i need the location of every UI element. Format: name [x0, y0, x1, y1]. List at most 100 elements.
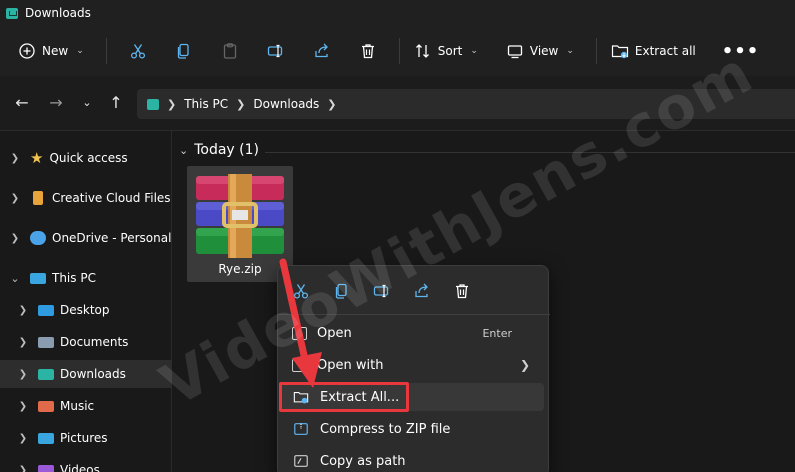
command-bar: New ⌄ Sort ⌄ View ⌄ Extract all ••• — [0, 26, 795, 76]
chevron-right-icon: ❯ — [10, 192, 20, 204]
music-folder-icon — [38, 400, 54, 412]
sidebar-item-music[interactable]: ❯ Music — [0, 392, 172, 420]
chevron-right-icon: ❯ — [18, 464, 28, 472]
delete-button[interactable] — [359, 35, 377, 67]
menu-item-compress-zip[interactable]: Compress to ZIP file — [282, 415, 544, 443]
chevron-down-icon: ⌄ — [566, 46, 574, 56]
sidebar-item-videos[interactable]: ❯ Videos — [0, 456, 172, 472]
breadcrumb-downloads[interactable]: Downloads — [253, 97, 319, 111]
sidebar-item-creative-cloud[interactable]: ❯ Creative Cloud Files — [0, 184, 172, 212]
downloads-folder-icon — [38, 368, 54, 380]
sidebar-item-label: Music — [60, 399, 95, 413]
documents-folder-icon — [38, 336, 54, 348]
group-label: Today (1) — [194, 142, 259, 158]
sidebar-item-quick-access[interactable]: ❯ ★ Quick access — [0, 144, 172, 172]
extract-all-button[interactable]: Extract all — [611, 35, 696, 67]
breadcrumb-separator-icon: ❯ — [167, 97, 177, 111]
file-item-rye-zip[interactable]: Rye.zip — [187, 166, 293, 282]
rename-icon[interactable] — [373, 282, 391, 300]
new-label: New — [42, 44, 69, 58]
context-menu-divider — [278, 314, 550, 315]
sidebar-item-label: Downloads — [60, 367, 126, 381]
trash-icon — [361, 44, 374, 59]
copy-icon — [177, 43, 189, 59]
chevron-down-icon: ⌄ — [10, 271, 20, 285]
plus-circle-icon — [19, 43, 35, 59]
copy-path-icon — [294, 455, 308, 467]
breadcrumb-this-pc[interactable]: This PC — [184, 97, 228, 111]
navigation-pane: ❯ ★ Quick access ❯ Creative Cloud Files … — [0, 131, 172, 472]
monitor-icon — [30, 272, 46, 284]
copy-button[interactable] — [175, 35, 193, 67]
recent-locations-button[interactable]: ⌄ — [78, 94, 96, 112]
sidebar-item-pictures[interactable]: ❯ Pictures — [0, 424, 172, 452]
new-button[interactable]: New ⌄ — [18, 35, 84, 67]
zip-icon — [294, 423, 308, 435]
group-header-today[interactable]: ⌄ Today (1) — [179, 142, 259, 158]
address-bar[interactable]: ❯ This PC ❯ Downloads ❯ — [137, 89, 795, 119]
up-button[interactable]: ↑ — [107, 94, 125, 112]
share-icon[interactable] — [413, 282, 431, 300]
view-label: View — [529, 44, 559, 58]
chevron-right-icon: ❯ — [18, 400, 28, 412]
sidebar-item-onedrive[interactable]: ❯ OneDrive - Personal — [0, 224, 172, 252]
rename-button[interactable] — [267, 35, 285, 67]
sort-button[interactable]: Sort ⌄ — [414, 35, 478, 67]
chevron-right-icon: ❯ — [519, 358, 530, 372]
ellipsis-icon: ••• — [721, 40, 760, 62]
toolbar-divider — [105, 38, 107, 64]
forward-button[interactable]: → — [47, 94, 65, 112]
sidebar-item-label: Creative Cloud Files — [52, 191, 171, 205]
title-bar: Downloads — [0, 0, 795, 26]
window-title: Downloads — [25, 6, 91, 20]
arrow-right-icon: → — [49, 93, 63, 112]
copy-icon[interactable] — [333, 282, 351, 300]
sidebar-item-label: Quick access — [49, 151, 128, 165]
downloads-folder-icon — [6, 7, 18, 19]
desktop-folder-icon — [38, 304, 54, 316]
share-button[interactable] — [313, 35, 331, 67]
arrow-left-icon: ← — [15, 93, 29, 112]
arrow-up-icon: ↑ — [109, 93, 123, 112]
videos-folder-icon — [38, 464, 54, 472]
sidebar-item-desktop[interactable]: ❯ Desktop — [0, 296, 172, 324]
sidebar-item-this-pc[interactable]: ⌄ This PC — [0, 264, 172, 292]
chevron-down-icon: ⌄ — [82, 96, 92, 109]
menu-item-open-with[interactable]: Open with ❯ — [282, 351, 544, 379]
breadcrumb-separator-icon: ❯ — [236, 97, 246, 111]
group-divider — [265, 152, 795, 153]
chevron-down-icon: ⌄ — [470, 46, 478, 56]
cut-icon[interactable] — [292, 282, 310, 300]
chevron-right-icon: ❯ — [18, 368, 28, 380]
downloads-location-icon — [147, 98, 159, 110]
scissors-icon — [130, 44, 145, 59]
extract-folder-icon — [611, 45, 629, 59]
menu-item-shortcut: Enter — [482, 326, 512, 340]
navigation-row: ← → ⌄ ↑ ❯ This PC ❯ Downloads ❯ — [0, 76, 795, 131]
sidebar-item-downloads[interactable]: ❯ Downloads — [0, 360, 172, 388]
sort-icon — [415, 44, 429, 58]
more-options-button[interactable]: ••• — [722, 35, 760, 67]
menu-item-open[interactable]: Open Enter — [282, 319, 544, 347]
share-icon — [315, 43, 328, 58]
creative-cloud-folder-icon — [33, 191, 43, 205]
back-button[interactable]: ← — [13, 94, 31, 112]
sidebar-item-label: This PC — [52, 271, 96, 285]
menu-item-copy-as-path[interactable]: Copy as path — [282, 447, 544, 472]
toolbar-divider — [398, 38, 400, 64]
sidebar-item-label: OneDrive - Personal — [52, 231, 172, 245]
chevron-right-icon: ❯ — [18, 336, 28, 348]
extract-all-label: Extract all — [634, 44, 696, 58]
view-button[interactable]: View ⌄ — [506, 35, 574, 67]
breadcrumb-separator-icon: ❯ — [327, 97, 337, 111]
chevron-down-icon: ⌄ — [76, 46, 84, 56]
view-icon — [507, 45, 523, 59]
context-menu-toolbar — [278, 274, 550, 308]
paste-button[interactable] — [221, 35, 239, 67]
chevron-right-icon: ❯ — [18, 432, 28, 444]
trash-icon[interactable] — [453, 282, 471, 300]
cut-button[interactable] — [129, 35, 147, 67]
sidebar-item-label: Desktop — [60, 303, 110, 317]
open-with-icon — [292, 358, 307, 372]
sidebar-item-documents[interactable]: ❯ Documents — [0, 328, 172, 356]
